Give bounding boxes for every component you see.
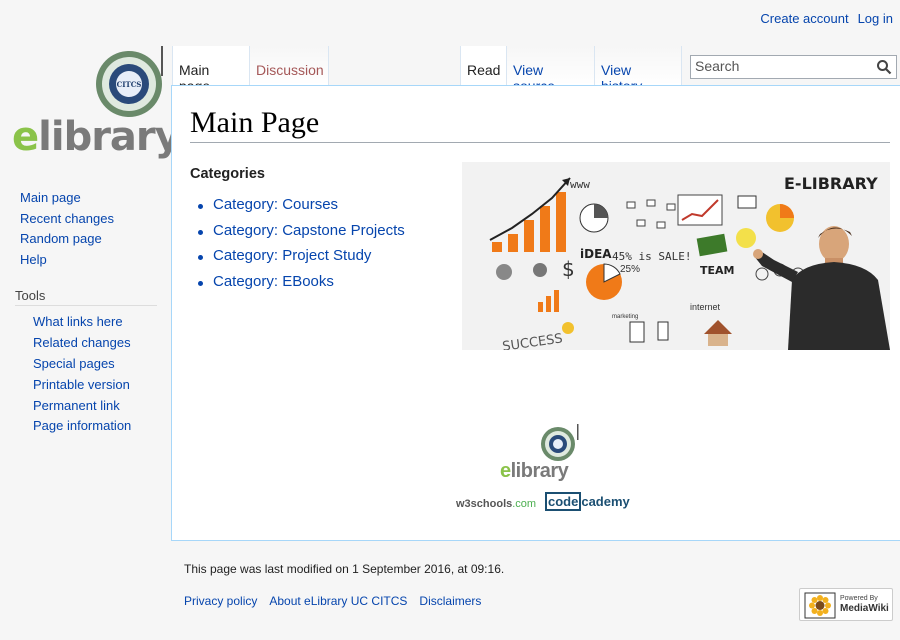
powered-by-label: Powered By (840, 595, 878, 602)
svg-text:$: $ (562, 257, 575, 281)
tools-list: What links here Related changes Special … (0, 312, 170, 437)
e-library-banner-image: www E-LIBRARY $ iDEA 45% is SALE! 25% TE… (462, 162, 890, 350)
last-modified-text: This page was last modified on 1 Septemb… (184, 562, 505, 576)
footer-links: Privacy policy About eLibrary UC CITCS D… (184, 594, 481, 608)
tab-main-page[interactable]: Main page (172, 46, 250, 94)
svg-text:CITCS: CITCS (117, 80, 142, 89)
sidebar-item-printable-version[interactable]: Printable version (33, 375, 170, 396)
category-link-capstone-projects[interactable]: Category: Capstone Projects (198, 218, 405, 244)
svg-text:marketing: marketing (612, 314, 638, 320)
sidebar-item-help[interactable]: Help (20, 250, 170, 271)
svg-text:iDEA: iDEA (580, 247, 612, 261)
search-icon[interactable] (876, 59, 892, 75)
search-placeholder: Search (695, 58, 740, 74)
sidebar-item-permanent-link[interactable]: Permanent link (33, 396, 170, 417)
tab-view-source[interactable]: View source (507, 46, 595, 94)
svg-text:www: www (570, 178, 590, 191)
svg-text:45% is SALE!: 45% is SALE! (612, 250, 691, 263)
powered-by-mediawiki-badge[interactable]: Powered By MediaWiki (799, 588, 893, 621)
tools-heading: Tools (15, 288, 157, 307)
footer-logos: elibrary w3schools.com code cademy (452, 424, 632, 514)
category-link-courses[interactable]: Category: Courses (198, 192, 405, 218)
create-account-link[interactable]: Create account (760, 11, 848, 26)
sidebar-item-random-page[interactable]: Random page (20, 229, 170, 250)
page-title: Main Page (190, 106, 890, 143)
svg-text:TEAM: TEAM (700, 264, 734, 277)
sidebar-item-main-page[interactable]: Main page (20, 188, 170, 209)
privacy-policy-link[interactable]: Privacy policy (184, 594, 257, 608)
content-area: Main Page Categories Category: Courses C… (171, 85, 900, 541)
navigation-list: Main page Recent changes Random page Hel… (0, 188, 170, 270)
sidebar-item-related-changes[interactable]: Related changes (33, 333, 170, 354)
mediawiki-label: MediaWiki (840, 603, 889, 614)
search-input[interactable]: Search (690, 55, 897, 79)
tab-discussion[interactable]: Discussion (250, 46, 329, 85)
tab-read[interactable]: Read (460, 46, 507, 85)
tab-view-history[interactable]: View history (595, 46, 682, 94)
categories-list: Category: Courses Category: Capstone Pro… (198, 192, 405, 294)
sidebar-item-page-information[interactable]: Page information (33, 416, 170, 437)
log-in-link[interactable]: Log in (858, 11, 893, 26)
svg-text:E-LIBRARY: E-LIBRARY (784, 174, 878, 193)
sidebar: Main page Recent changes Random page Hel… (0, 188, 170, 437)
category-link-ebooks[interactable]: Category: EBooks (198, 269, 405, 295)
category-link-project-study[interactable]: Category: Project Study (198, 243, 405, 269)
site-logo[interactable]: CITCS elibrary (12, 46, 181, 160)
citcs-seal-icon: CITCS (96, 46, 163, 117)
about-link[interactable]: About eLibrary UC CITCS (269, 594, 407, 608)
codecademy-logo: code cademy (545, 492, 630, 511)
w3schools-logo: w3schools.com (456, 498, 537, 510)
svg-text:25%: 25% (620, 264, 640, 275)
categories-heading: Categories (190, 166, 265, 182)
elibrary-wordmark-small: elibrary (500, 460, 569, 482)
svg-text:internet: internet (690, 302, 721, 312)
citcs-seal-small-icon (541, 424, 579, 461)
sidebar-item-special-pages[interactable]: Special pages (33, 354, 170, 375)
personal-tools: Create account Log in (760, 11, 893, 26)
sidebar-item-what-links-here[interactable]: What links here (33, 312, 170, 333)
sidebar-item-recent-changes[interactable]: Recent changes (20, 209, 170, 230)
logo-wordmark: elibrary (12, 114, 181, 160)
disclaimers-link[interactable]: Disclaimers (419, 594, 481, 608)
mediawiki-sunflower-icon (804, 592, 836, 619)
